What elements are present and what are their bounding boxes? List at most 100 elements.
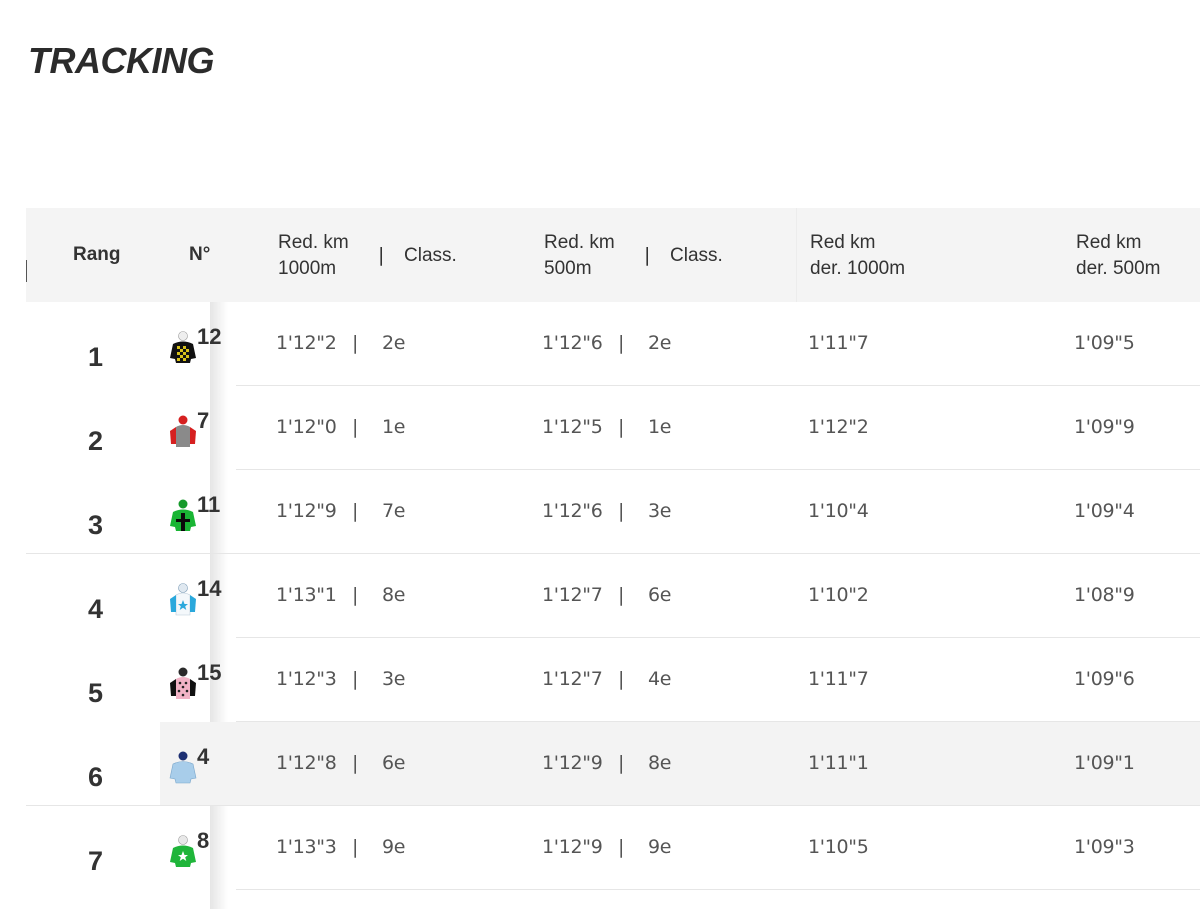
horse-number[interactable]: 7 [197, 408, 209, 434]
class-500: 2e [648, 332, 672, 354]
white-blue-star-icon [168, 582, 198, 616]
header-red-km-last-1000-line2: der. 1000m [810, 258, 906, 279]
red-km-last-500: 1'09"5 [1074, 332, 1135, 354]
red-km-last-500: 1'09"9 [1074, 416, 1135, 438]
cell-separator: | [618, 584, 625, 606]
class-1000: 2e [382, 332, 406, 354]
cell-separator: | [352, 332, 359, 354]
rank: 6 [88, 762, 104, 792]
rank: 1 [88, 342, 104, 372]
cell-separator: | [618, 332, 625, 354]
class-500: 1e [648, 416, 672, 438]
pink-black-dots-icon [168, 666, 198, 700]
header-number[interactable]: N° [189, 242, 210, 268]
red-km-1000: 1'12"0 [276, 416, 337, 438]
rank: 2 [88, 426, 104, 456]
cell-separator: | [618, 668, 625, 690]
rank: 7 [88, 846, 104, 876]
horse-number[interactable]: 11 [197, 492, 220, 518]
red-km-last-1000: 1'10"5 [808, 836, 869, 858]
red-km-500: 1'12"6 [542, 332, 603, 354]
class-1000: 3e [382, 668, 406, 690]
header-red-km-last-500-line2: der. 500m [1076, 258, 1161, 279]
grey-red-sleeves-icon [168, 414, 198, 448]
table-row[interactable]: 6 4 1'12"8 | 6e 1'12"9 | 8e 1'11"1 1'09"1 [26, 722, 1200, 806]
horse-number[interactable]: 14 [197, 576, 221, 602]
class-500: 4e [648, 668, 672, 690]
red-km-last-500: 1'09"3 [1074, 836, 1135, 858]
red-km-last-1000: 1'10"2 [808, 584, 869, 606]
cell-separator: | [352, 500, 359, 522]
red-km-last-1000: 1'10"4 [808, 500, 869, 522]
cell-separator: | [352, 584, 359, 606]
cell-separator: | [352, 752, 359, 774]
table-row[interactable]: 7 8 1'13"3 | 9e 1'12"9 | 9e 1'10"5 1'09"3 [26, 806, 1200, 890]
header-edge-marker [26, 260, 27, 282]
header-separator: | [378, 244, 385, 266]
header-separator: | [644, 244, 651, 266]
cell-separator: | [352, 416, 359, 438]
class-500: 8e [648, 752, 672, 774]
header-red-km-500-line1: Red. km [544, 232, 615, 253]
cell-separator: | [618, 752, 625, 774]
header-class-500: Class. [670, 245, 723, 266]
table-row[interactable]: 2 7 1'12"0 | 1e 1'12"5 | 1e 1'12"2 1'09"9 [26, 386, 1200, 470]
cell-separator: | [618, 416, 625, 438]
horse-number[interactable]: 8 [197, 828, 209, 854]
red-km-500: 1'12"5 [542, 416, 603, 438]
header-red-km-1000-line1: Red. km [278, 232, 349, 253]
horse-number[interactable]: 4 [197, 744, 209, 770]
table-row[interactable]: 4 14 1'13"1 | 8e 1'12"7 | 6e 1'10"2 1'08"9 [26, 554, 1200, 638]
red-km-500: 1'12"9 [542, 836, 603, 858]
header-red-km-last-500-line1: Red km [1076, 232, 1142, 253]
class-500: 3e [648, 500, 672, 522]
red-km-last-1000: 1'12"2 [808, 416, 869, 438]
red-km-1000: 1'12"9 [276, 500, 337, 522]
cell-separator: | [618, 500, 625, 522]
green-white-star-icon [168, 834, 198, 868]
red-km-last-500: 1'09"1 [1074, 752, 1135, 774]
header-red-km-last-1000-line1: Red km [810, 232, 876, 253]
class-1000: 6e [382, 752, 406, 774]
header-divider [796, 208, 797, 302]
red-km-last-1000: 1'11"1 [808, 752, 869, 774]
green-black-cross-icon [168, 498, 198, 532]
header-class-1000: Class. [404, 245, 457, 266]
header-red-km-500-line2: 500m [544, 258, 592, 279]
cell-separator: | [352, 668, 359, 690]
page-title: TRACKING [28, 40, 214, 81]
table-row[interactable]: 3 11 1'12"9 | 7e 1'12"6 | 3e 1'10"4 1'09"4 [26, 470, 1200, 554]
red-km-1000: 1'12"2 [276, 332, 337, 354]
red-km-500: 1'12"7 [542, 668, 603, 690]
red-km-500: 1'12"7 [542, 584, 603, 606]
red-km-last-500: 1'09"4 [1074, 500, 1135, 522]
horse-number[interactable]: 15 [197, 660, 221, 686]
red-km-500: 1'12"9 [542, 752, 603, 774]
red-km-1000: 1'12"8 [276, 752, 337, 774]
class-500: 6e [648, 584, 672, 606]
red-km-last-500: 1'08"9 [1074, 584, 1135, 606]
black-yellow-check-icon [168, 330, 198, 364]
red-km-1000: 1'13"1 [276, 584, 337, 606]
table-row[interactable]: 5 15 1'12"3 | 3e 1'12"7 | 4e 1'11"7 1'09"6 [26, 638, 1200, 722]
lightblue-navy-cap-icon [168, 750, 198, 784]
rank: 5 [88, 678, 104, 708]
header-rang[interactable]: Rang [73, 242, 121, 268]
red-km-1000: 1'12"3 [276, 668, 337, 690]
horse-number[interactable]: 12 [197, 324, 221, 350]
red-km-last-500: 1'09"6 [1074, 668, 1135, 690]
red-km-last-1000: 1'11"7 [808, 332, 869, 354]
table-row[interactable]: 1 12 1'12"2 | 2e 1'12"6 | 2e 1'11"7 1'09"5 [26, 302, 1200, 386]
class-1000: 1e [382, 416, 406, 438]
class-1000: 7e [382, 500, 406, 522]
red-km-last-1000: 1'11"7 [808, 668, 869, 690]
table-header: Rang N° Red. km 1000m | Class. Red. km 5… [26, 208, 1200, 302]
cell-separator: | [618, 836, 625, 858]
cell-separator: | [352, 836, 359, 858]
row-divider [236, 889, 1200, 890]
red-km-500: 1'12"6 [542, 500, 603, 522]
rank: 4 [88, 594, 104, 624]
header-red-km-1000-line2: 1000m [278, 258, 337, 279]
red-km-1000: 1'13"3 [276, 836, 337, 858]
class-1000: 8e [382, 584, 406, 606]
